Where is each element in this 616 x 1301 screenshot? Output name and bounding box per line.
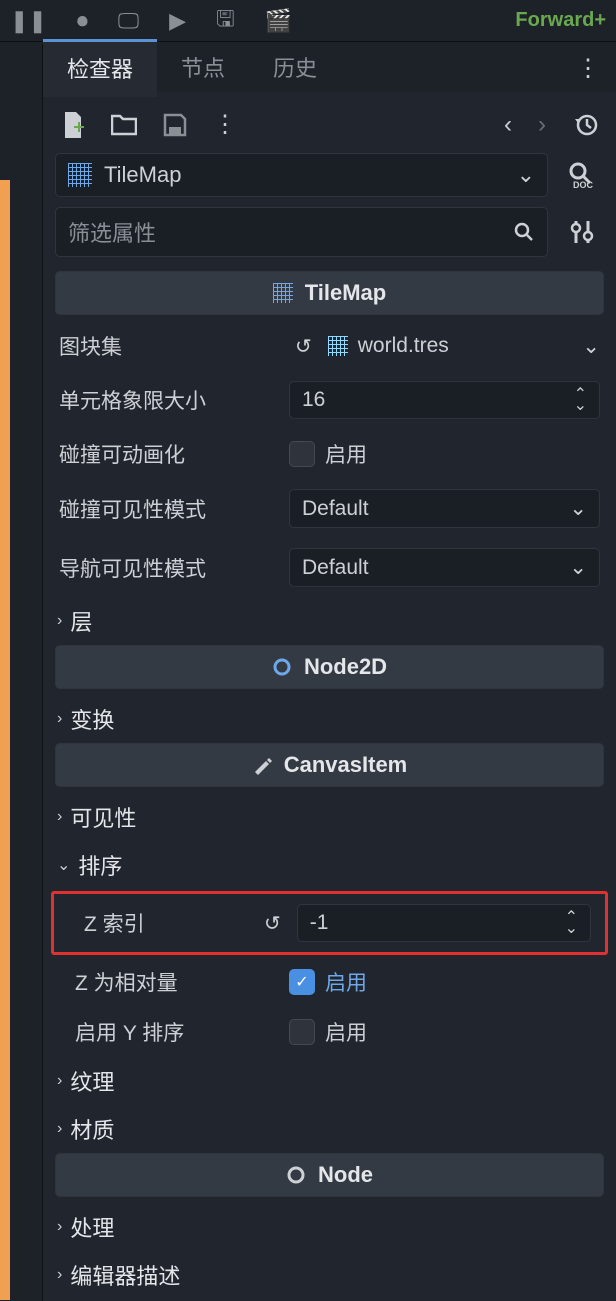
save-icon[interactable]: 🖫 bbox=[216, 2, 235, 40]
section-tilemap[interactable]: TileMap bbox=[55, 271, 604, 315]
screen-icon[interactable]: 🖵 bbox=[118, 8, 139, 34]
chevron-right-icon: › bbox=[57, 1120, 62, 1138]
canvasitem-icon bbox=[252, 755, 272, 775]
prop-cell-quadrant: 单元格象限大小 16 ⌃⌄ bbox=[43, 371, 616, 429]
renderer-label[interactable]: Forward+ bbox=[515, 9, 606, 32]
cell-quadrant-spin[interactable]: 16 ⌃⌄ bbox=[289, 381, 600, 419]
spinner-icon: ⌃⌄ bbox=[574, 389, 587, 411]
group-ordering[interactable]: ⌄ 排序 bbox=[43, 841, 616, 889]
chevron-down-icon: ⌄ bbox=[582, 334, 600, 359]
inspector-toolbar: ⋮ ‹ › bbox=[43, 92, 616, 153]
top-toolbar: ❚❚ ⏺ 🖵 ▶ 🖫 🎬 Forward+ bbox=[0, 0, 616, 42]
tab-menu-icon[interactable]: ⋮ bbox=[560, 44, 616, 93]
tilemap-icon bbox=[273, 283, 293, 303]
node-icon bbox=[286, 1165, 306, 1185]
history-forward-icon[interactable]: › bbox=[538, 111, 546, 139]
prop-collision-visibility: 碰撞可见性模式 Default ⌄ bbox=[43, 479, 616, 538]
prop-z-index: Z 索引 ↺ -1 ⌃⌄ bbox=[60, 900, 599, 946]
history-icon[interactable] bbox=[572, 112, 598, 138]
filter-placeholder: 筛选属性 bbox=[68, 216, 156, 248]
collision-visibility-dropdown[interactable]: Default ⌄ bbox=[289, 489, 600, 528]
group-transform[interactable]: › 变换 bbox=[43, 695, 616, 743]
chevron-right-icon: › bbox=[57, 612, 62, 630]
spinner-icon: ⌃⌄ bbox=[565, 912, 578, 934]
svg-text:DOC: DOC bbox=[573, 180, 594, 190]
new-resource-icon[interactable] bbox=[61, 112, 85, 138]
node2d-icon bbox=[272, 657, 292, 677]
object-name: TileMap bbox=[104, 162, 181, 188]
z-relative-checkbox[interactable]: ✓ bbox=[289, 969, 315, 995]
chevron-right-icon: › bbox=[57, 710, 62, 728]
section-node2d[interactable]: Node2D bbox=[55, 645, 604, 689]
open-resource-icon[interactable] bbox=[111, 114, 137, 136]
section-node[interactable]: Node bbox=[55, 1153, 604, 1197]
inspector-panel: 检查器 节点 历史 ⋮ ⋮ ‹ › TileMap ⌄ DOC bbox=[42, 44, 616, 1301]
prop-nav-visibility: 导航可见性模式 Default ⌄ bbox=[43, 538, 616, 597]
prop-collision-anim: 碰撞可动画化 启用 bbox=[43, 429, 616, 479]
history-back-icon[interactable]: ‹ bbox=[504, 111, 512, 139]
group-process[interactable]: › 处理 bbox=[43, 1203, 616, 1251]
chevron-right-icon: › bbox=[57, 808, 62, 826]
chevron-right-icon: › bbox=[57, 1218, 62, 1236]
group-layers[interactable]: › 层 bbox=[43, 597, 616, 645]
tab-node[interactable]: 节点 bbox=[157, 41, 249, 96]
camera-icon[interactable]: ⏺ bbox=[77, 8, 88, 34]
extra-menu-icon[interactable]: ⋮ bbox=[213, 110, 237, 139]
section-canvasitem[interactable]: CanvasItem bbox=[55, 743, 604, 787]
chevron-down-icon: ⌄ bbox=[57, 855, 70, 875]
tools-button[interactable] bbox=[560, 207, 604, 257]
chevron-down-icon: ⌄ bbox=[569, 555, 587, 580]
tab-bar: 检查器 节点 历史 ⋮ bbox=[43, 44, 616, 92]
y-sort-checkbox[interactable] bbox=[289, 1019, 315, 1045]
chevron-down-icon: ⌄ bbox=[517, 162, 535, 188]
group-editor-desc[interactable]: › 编辑器描述 bbox=[43, 1251, 616, 1299]
search-icon bbox=[513, 221, 535, 243]
tab-inspector[interactable]: 检查器 bbox=[43, 39, 157, 97]
chevron-down-icon: ⌄ bbox=[569, 496, 587, 521]
z-index-spin[interactable]: -1 ⌃⌄ bbox=[297, 904, 591, 942]
filter-input[interactable]: 筛选属性 bbox=[55, 207, 548, 257]
docs-button[interactable]: DOC bbox=[560, 153, 604, 197]
chevron-right-icon: › bbox=[57, 1266, 62, 1284]
object-selector[interactable]: TileMap ⌄ bbox=[55, 153, 548, 197]
prop-tileset: 图块集 ↺ world.tres ⌄ bbox=[43, 321, 616, 371]
tileset-picker[interactable]: world.tres ⌄ bbox=[328, 334, 600, 359]
chevron-right-icon: › bbox=[57, 1072, 62, 1090]
reset-icon[interactable]: ↺ bbox=[289, 334, 318, 359]
reset-icon[interactable]: ↺ bbox=[258, 911, 287, 936]
prop-y-sort: 启用 Y 排序 启用 bbox=[43, 1007, 616, 1057]
group-texture[interactable]: › 纹理 bbox=[43, 1057, 616, 1105]
prop-z-relative: Z 为相对量 ✓ 启用 bbox=[43, 957, 616, 1007]
group-material[interactable]: › 材质 bbox=[43, 1105, 616, 1153]
pause-icon[interactable]: ❚❚ bbox=[10, 8, 47, 34]
tab-history[interactable]: 历史 bbox=[249, 41, 341, 96]
group-visibility[interactable]: › 可见性 bbox=[43, 793, 616, 841]
collision-anim-checkbox[interactable] bbox=[289, 441, 315, 467]
highlight-z-index: Z 索引 ↺ -1 ⌃⌄ bbox=[51, 891, 608, 955]
movie-icon[interactable]: 🎬 bbox=[265, 8, 292, 34]
tilemap-icon bbox=[68, 163, 92, 187]
save-resource-icon[interactable] bbox=[163, 113, 187, 137]
nav-visibility-dropdown[interactable]: Default ⌄ bbox=[289, 548, 600, 587]
tileset-icon bbox=[328, 336, 348, 356]
play-icon[interactable]: ▶ bbox=[169, 8, 186, 34]
